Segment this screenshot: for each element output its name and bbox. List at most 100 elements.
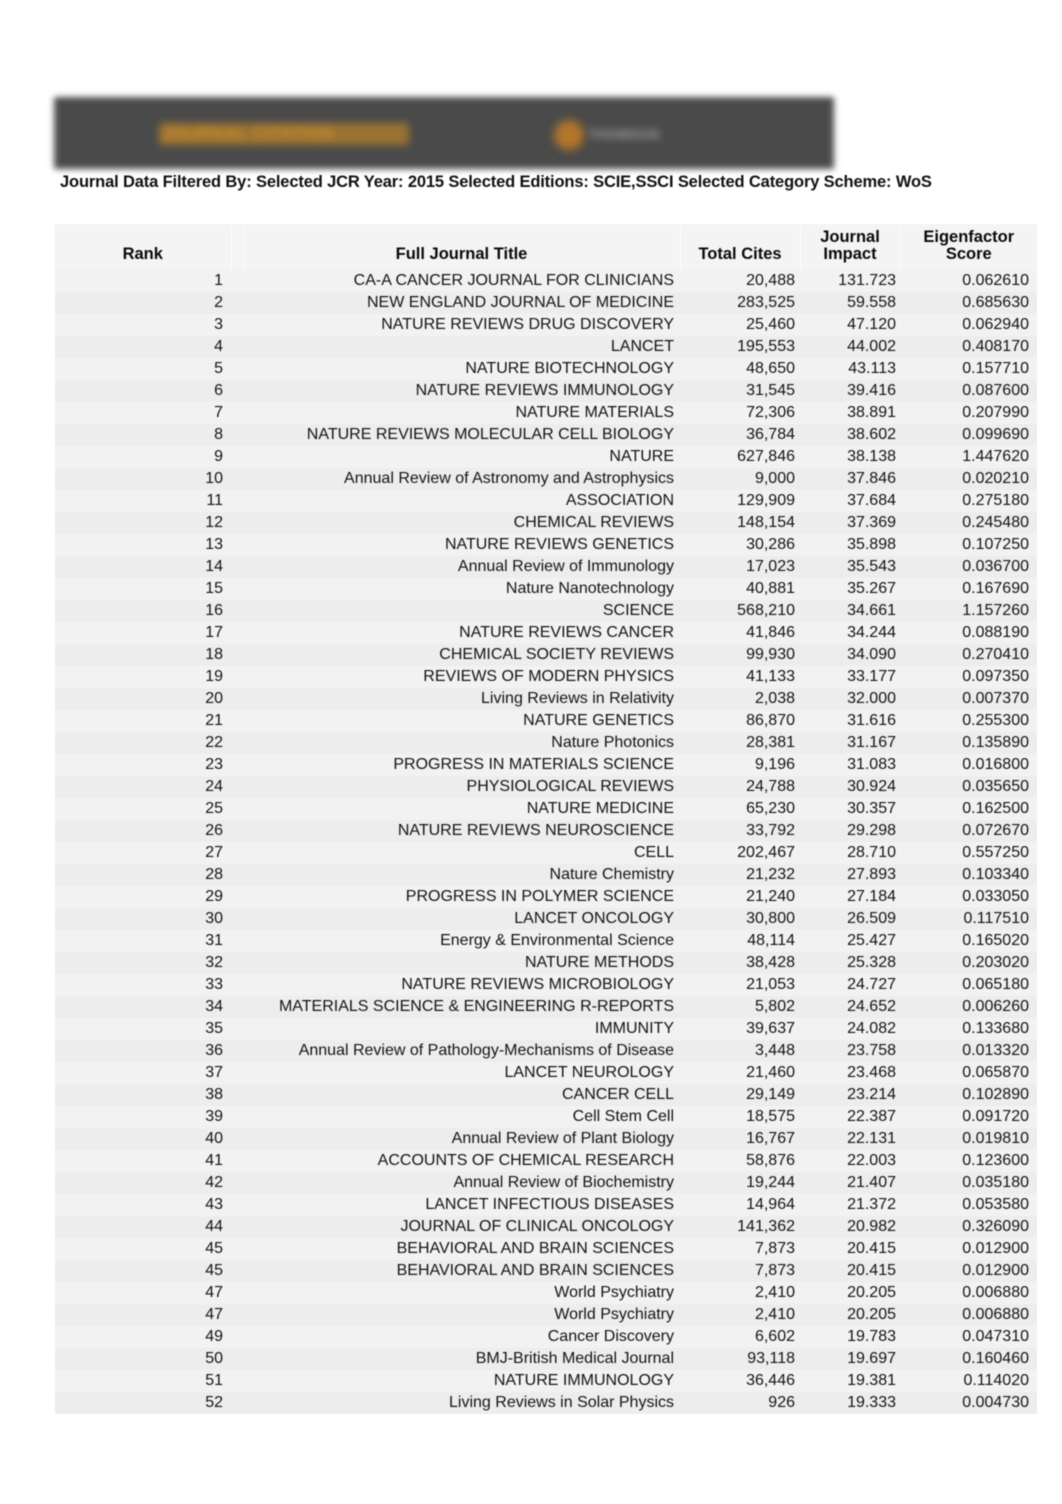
table-row[interactable]: 47 World Psychiatry 2,410 20.205 0.006880 [55,1304,1037,1326]
table-row[interactable]: 12 CHEMICAL REVIEWS 148,154 37.369 0.245480 [55,512,1037,534]
table-cell-journal-impact: 31.083 [800,754,900,776]
table-row[interactable]: 47 World Psychiatry 2,410 20.205 0.006880 [55,1282,1037,1304]
table-cell-spacer [231,336,243,358]
table-row[interactable]: 32 NATURE METHODS 38,428 25.328 0.203020 [55,952,1037,974]
table-row[interactable]: 13 NATURE REVIEWS GENETICS 30,286 35.898 0.1… [55,534,1037,556]
table-row[interactable]: 31 Energy & Environmental Science 48,114 25… [55,930,1037,952]
table-row[interactable]: 20 Living Reviews in Relativity 2,038 32.00… [55,688,1037,710]
table-row[interactable]: 15 Nature Nanotechnology 40,881 35.267 0.167… [55,578,1037,600]
table-row[interactable]: 1 CA-A CANCER JOURNAL FOR CLINICIANS 20,48… [55,270,1037,292]
table-row[interactable]: 8 NATURE REVIEWS MOLECULAR CELL BIOLOGY 36… [55,424,1037,446]
table-row[interactable]: 2 NEW ENGLAND JOURNAL OF MEDICINE 283,525 5… [55,292,1037,314]
table-cell-journal-impact: 20.415 [800,1260,900,1282]
table-row[interactable]: 19 REVIEWS OF MODERN PHYSICS 41,133 33.177 0… [55,666,1037,688]
table-row[interactable]: 34 MATERIALS SCIENCE & ENGINEERING R-REPO… [55,996,1037,1018]
table-cell-title: LANCET [243,336,680,358]
table-row[interactable]: 25 NATURE MEDICINE 65,230 30.357 0.162500 [55,798,1037,820]
table-cell-journal-impact: 37.369 [800,512,900,534]
table-cell-journal-impact: 34.244 [800,622,900,644]
column-header-title[interactable]: Full Journal Title [242,224,680,270]
table-row[interactable]: 36 Annual Review of Pathology-Mechanisms … [55,1040,1037,1062]
table-cell-title: Cell Stem Cell [243,1106,680,1128]
column-header-eigenfactor-score[interactable]: Eigenfactor Score [899,224,1037,270]
table-row[interactable]: 5 NATURE BIOTECHNOLOGY 48,650 43.113 0.15771… [55,358,1037,380]
table-cell-spacer [231,512,243,534]
table-cell-title: NATURE REVIEWS NEUROSCIENCE [243,820,680,842]
table-cell-eigenfactor: 0.019810 [900,1128,1037,1150]
table-cell-rank: 39 [55,1106,231,1128]
journal-impact-table: Rank Full Journal Title Total Cites Jour… [55,224,1037,1414]
table-row[interactable]: 10 Annual Review of Astronomy and Astroph… [55,468,1037,490]
table-row[interactable]: 40 Annual Review of Plant Biology 16,767 22… [55,1128,1037,1150]
table-row[interactable]: 52 Living Reviews in Solar Physics 926 19.3… [55,1392,1037,1414]
table-row[interactable]: 51 NATURE IMMUNOLOGY 36,446 19.381 0.114020 [55,1370,1037,1392]
table-row[interactable]: 42 Annual Review of Biochemistry 19,244 21.… [55,1172,1037,1194]
table-row[interactable]: 6 NATURE REVIEWS IMMUNOLOGY 31,545 39.416 0.… [55,380,1037,402]
table-row[interactable]: 16 SCIENCE 568,210 34.661 1.157260 [55,600,1037,622]
table-row[interactable]: 24 PHYSIOLOGICAL REVIEWS 24,788 30.924 0.035… [55,776,1037,798]
table-cell-title: NATURE REVIEWS IMMUNOLOGY [243,380,680,402]
table-cell-title: PROGRESS IN POLYMER SCIENCE [243,886,680,908]
table-cell-total-cites: 93,118 [680,1348,800,1370]
table-row[interactable]: 4 LANCET 195,553 44.002 0.408170 [55,336,1037,358]
table-row[interactable]: 43 LANCET INFECTIOUS DISEASES 14,964 21.372… [55,1194,1037,1216]
table-cell-rank: 42 [55,1172,231,1194]
table-cell-total-cites: 25,460 [680,314,800,336]
table-row[interactable]: 14 Annual Review of Immunology 17,023 35.54… [55,556,1037,578]
table-cell-eigenfactor: 0.117510 [900,908,1037,930]
table-row[interactable]: 35 IMMUNITY 39,637 24.082 0.133680 [55,1018,1037,1040]
table-cell-total-cites: 16,767 [680,1128,800,1150]
table-cell-journal-impact: 29.298 [800,820,900,842]
table-row[interactable]: 29 PROGRESS IN POLYMER SCIENCE 21,240 27.18… [55,886,1037,908]
table-cell-journal-impact: 30.924 [800,776,900,798]
column-header-journal-impact[interactable]: Journal Impact [799,224,900,270]
table-cell-journal-impact: 47.120 [800,314,900,336]
table-cell-title: NATURE IMMUNOLOGY [243,1370,680,1392]
table-cell-total-cites: 72,306 [680,402,800,424]
table-cell-title: CHEMICAL REVIEWS [243,512,680,534]
table-cell-journal-impact: 31.167 [800,732,900,754]
table-cell-title: NATURE [243,446,680,468]
table-row[interactable]: 28 Nature Chemistry 21,232 27.893 0.103340 [55,864,1037,886]
column-header-total-cites[interactable]: Total Cites [679,224,800,270]
table-row[interactable]: 37 LANCET NEUROLOGY 21,460 23.468 0.065870 [55,1062,1037,1084]
table-cell-journal-impact: 24.652 [800,996,900,1018]
table-row[interactable]: 7 NATURE MATERIALS 72,306 38.891 0.207990 [55,402,1037,424]
table-cell-title: Nature Photonics [243,732,680,754]
table-row[interactable]: 23 PROGRESS IN MATERIALS SCIENCE 9,196 31.0… [55,754,1037,776]
table-row[interactable]: 49 Cancer Discovery 6,602 19.783 0.047310 [55,1326,1037,1348]
table-row[interactable]: 45 BEHAVIORAL AND BRAIN SCIENCES 7,873 20.4… [55,1238,1037,1260]
table-row[interactable]: 45 BEHAVIORAL AND BRAIN SCIENCES 7,873 20.4… [55,1260,1037,1282]
table-row[interactable]: 18 CHEMICAL SOCIETY REVIEWS 99,930 34.090 0.… [55,644,1037,666]
table-row[interactable]: 26 NATURE REVIEWS NEUROSCIENCE 33,792 29.29… [55,820,1037,842]
table-cell-total-cites: 2,038 [680,688,800,710]
table-row[interactable]: 22 Nature Photonics 28,381 31.167 0.135890 [55,732,1037,754]
table-row[interactable]: 39 Cell Stem Cell 18,575 22.387 0.091720 [55,1106,1037,1128]
table-cell-total-cites: 14,964 [680,1194,800,1216]
table-cell-title: LANCET ONCOLOGY [243,908,680,930]
table-cell-spacer [231,446,243,468]
table-cell-total-cites: 31,545 [680,380,800,402]
table-cell-title: CHEMICAL SOCIETY REVIEWS [243,644,680,666]
table-row[interactable]: 3 NATURE REVIEWS DRUG DISCOVERY 25,460 47.1… [55,314,1037,336]
table-row[interactable]: 50 BMJ-British Medical Journal 93,118 19.69… [55,1348,1037,1370]
column-header-rank[interactable]: Rank [55,224,231,270]
table-cell-title: Living Reviews in Relativity [243,688,680,710]
table-row[interactable]: 27 CELL 202,467 28.710 0.557250 [55,842,1037,864]
table-row[interactable]: 44 JOURNAL OF CLINICAL ONCOLOGY 141,362 20.… [55,1216,1037,1238]
table-row[interactable]: 21 NATURE GENETICS 86,870 31.616 0.255300 [55,710,1037,732]
table-row[interactable]: 30 LANCET ONCOLOGY 30,800 26.509 0.117510 [55,908,1037,930]
table-cell-total-cites: 141,362 [680,1216,800,1238]
table-cell-journal-impact: 33.177 [800,666,900,688]
table-cell-total-cites: 20,488 [680,270,800,292]
table-row[interactable]: 11 ASSOCIATION 129,909 37.684 0.275180 [55,490,1037,512]
table-row[interactable]: 9 NATURE 627,846 38.138 1.447620 [55,446,1037,468]
table-cell-journal-impact: 22.003 [800,1150,900,1172]
table-row[interactable]: 17 NATURE REVIEWS CANCER 41,846 34.244 0.088… [55,622,1037,644]
table-cell-eigenfactor: 0.408170 [900,336,1037,358]
table-cell-eigenfactor: 1.157260 [900,600,1037,622]
table-row[interactable]: 33 NATURE REVIEWS MICROBIOLOGY 21,053 24.72… [55,974,1037,996]
table-cell-eigenfactor: 0.004730 [900,1392,1037,1414]
table-row[interactable]: 41 ACCOUNTS OF CHEMICAL RESEARCH 58,876 22.… [55,1150,1037,1172]
table-row[interactable]: 38 CANCER CELL 29,149 23.214 0.102890 [55,1084,1037,1106]
